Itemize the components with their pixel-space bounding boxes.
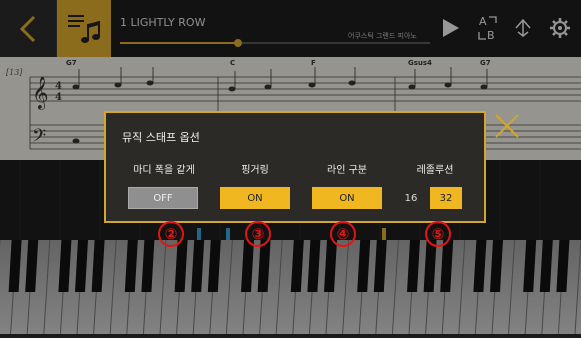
chord-label: G7 <box>66 59 77 67</box>
score-view-button[interactable] <box>57 0 111 57</box>
back-button[interactable] <box>0 0 57 57</box>
annotation-marker: ⑤ <box>425 221 451 247</box>
annotation-marker: ③ <box>245 221 271 247</box>
close-icon[interactable] <box>493 112 521 140</box>
chord-label: G7 <box>480 59 491 67</box>
instrument-label: 어쿠스틱 그랜드 피아노 <box>348 32 417 40</box>
back-chevron-icon <box>19 15 36 42</box>
music-staff-options-dialog: 뮤직 스태프 옵션 마디 폭을 같게 OFF 핑거링 ON 라인 구분 ON 레… <box>104 111 486 223</box>
playback-progress[interactable] <box>120 39 430 47</box>
equal-measure-width-toggle[interactable]: OFF <box>128 187 198 209</box>
dialog-title: 뮤직 스태프 옵션 <box>122 131 200 144</box>
measure-number: [13] <box>6 68 23 77</box>
resolution-label: 레졸루션 <box>416 165 454 176</box>
loop-icon[interactable] <box>512 16 534 40</box>
fingering-toggle[interactable]: ON <box>220 187 290 209</box>
equal-measure-width-label: 마디 폭을 같게 <box>133 165 195 176</box>
fingering-label: 핑거링 <box>241 165 269 176</box>
progress-handle[interactable] <box>233 39 242 47</box>
chord-label: C <box>230 59 235 67</box>
bass-clef-icon: 𝄢 <box>32 126 46 151</box>
chord-label: F <box>311 59 316 67</box>
line-separation-label: 라인 구분 <box>327 165 367 176</box>
progress-fill <box>120 42 238 44</box>
svg-text:B: B <box>487 29 495 42</box>
piano-keyboard[interactable] <box>0 239 581 335</box>
settings-gear-icon[interactable] <box>548 16 572 40</box>
music-note-icon <box>68 14 100 43</box>
resolution-16-button[interactable]: 16 <box>396 187 426 209</box>
treble-clef-icon: 𝄞 <box>32 76 49 110</box>
svg-text:A: A <box>479 15 487 28</box>
top-bar: 1 LIGHTLY ROW 어쿠스틱 그랜드 피아노 A B <box>0 0 581 58</box>
ab-repeat-icon[interactable]: A B <box>477 14 499 42</box>
song-title: 1 LIGHTLY ROW <box>120 16 206 29</box>
chord-label: Gsus4 <box>408 59 432 67</box>
annotation-marker: ② <box>158 221 184 247</box>
play-icon[interactable] <box>438 16 462 40</box>
time-sig-bottom: 4 <box>55 92 62 103</box>
resolution-32-button[interactable]: 32 <box>430 187 462 209</box>
line-separation-toggle[interactable]: ON <box>312 187 382 209</box>
time-sig-top: 4 <box>55 81 62 92</box>
annotation-marker: ④ <box>330 221 356 247</box>
